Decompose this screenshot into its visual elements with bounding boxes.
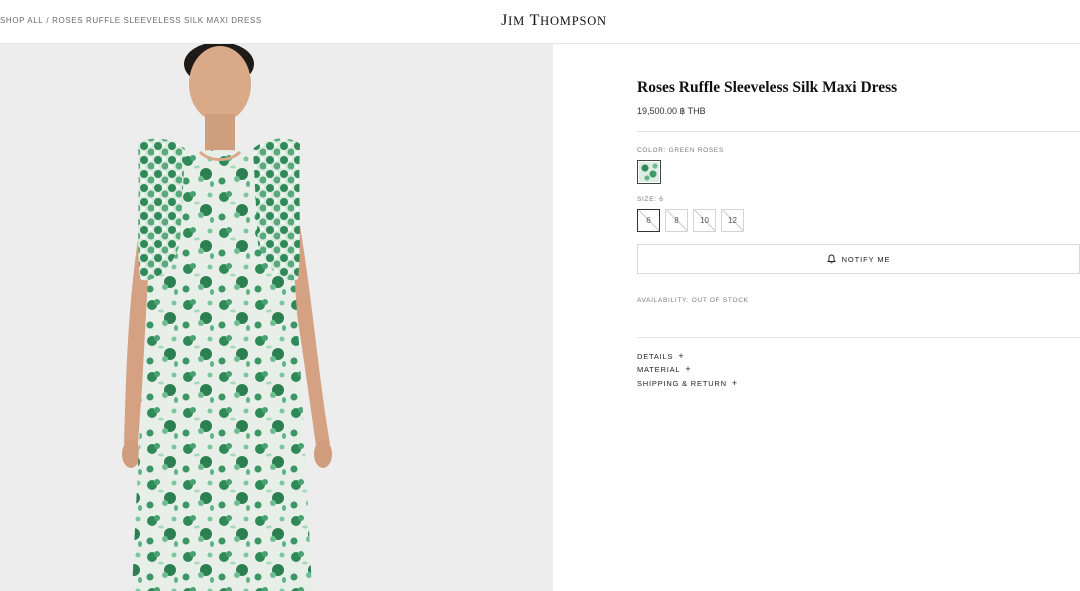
plus-icon: + <box>678 351 685 361</box>
size-option-6[interactable]: 6 <box>637 209 660 232</box>
accordion-shipping-return[interactable]: SHIPPING & RETURN + <box>637 378 738 388</box>
size-value: 10 <box>700 216 709 225</box>
color-swatch-green-roses[interactable] <box>637 160 661 184</box>
accordion-label: MATERIAL <box>637 364 681 374</box>
size-option-12[interactable]: 12 <box>721 209 744 232</box>
logo-initial-2: T <box>529 12 541 29</box>
size-option-10[interactable]: 10 <box>693 209 716 232</box>
size-selector: 6 8 10 12 <box>637 209 744 232</box>
product-price: 19,500.00 ฿ THB <box>637 106 706 116</box>
brand-logo[interactable]: JIM THOMPSON <box>0 12 1080 30</box>
divider <box>637 131 1080 132</box>
product-title: Roses Ruffle Sleeveless Silk Maxi Dress <box>637 79 898 96</box>
availability-status: AVAILABILITY: OUT OF STOCK <box>637 297 749 304</box>
size-value: 6 <box>646 216 651 225</box>
notify-me-button[interactable]: NOTIFY ME <box>637 244 1080 274</box>
size-value: 12 <box>728 216 737 225</box>
product-info-panel: Roses Ruffle Sleeveless Silk Maxi Dress … <box>637 44 1080 591</box>
product-image-gallery[interactable] <box>0 44 553 591</box>
bell-icon <box>826 254 836 264</box>
size-option-8[interactable]: 8 <box>665 209 688 232</box>
top-bar: SHOP ALL / ROSES RUFFLE SLEEVELESS SILK MA… <box>0 0 1080 44</box>
logo-rest-1: IM <box>508 14 526 28</box>
size-label: SIZE: 6 <box>637 196 664 203</box>
accordion-details[interactable]: DETAILS + <box>637 351 684 361</box>
product-photo <box>122 44 332 591</box>
accordion-label: DETAILS <box>637 351 674 361</box>
green-roses-swatch <box>639 162 659 182</box>
accordion-label: SHIPPING & RETURN <box>637 378 727 388</box>
accordion-material[interactable]: MATERIAL + <box>637 364 691 374</box>
color-label: COLOR: GREEN ROSES <box>637 147 725 154</box>
plus-icon: + <box>685 364 692 374</box>
notify-me-label: NOTIFY ME <box>841 254 891 264</box>
plus-icon: + <box>731 378 738 388</box>
logo-rest-2: HOMPSON <box>540 14 607 28</box>
divider <box>637 337 1080 338</box>
size-value: 8 <box>674 216 679 225</box>
